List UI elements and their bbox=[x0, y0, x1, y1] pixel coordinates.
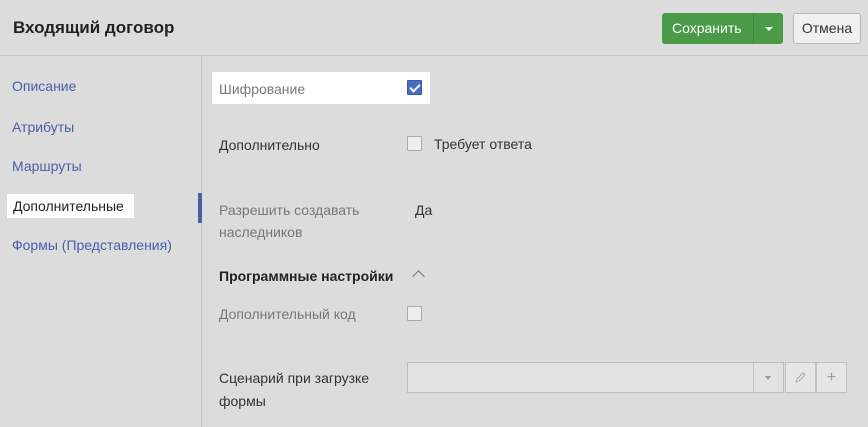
load-script-label-line2: формы bbox=[219, 393, 266, 409]
allow-heirs-label-line1: Разрешить создавать bbox=[219, 202, 360, 218]
extra-code-checkbox[interactable] bbox=[407, 306, 422, 321]
requires-answer-checkbox[interactable] bbox=[407, 136, 422, 151]
save-button-group: Сохранить bbox=[662, 13, 783, 44]
add-script-button[interactable]: + bbox=[816, 362, 847, 393]
sidebar-item-additional[interactable]: Дополнительные bbox=[7, 194, 134, 218]
program-settings-heading: Программные настройки bbox=[219, 268, 394, 284]
active-nav-marker bbox=[198, 193, 202, 223]
encryption-checkbox[interactable] bbox=[407, 80, 422, 95]
requires-answer-label: Требует ответа bbox=[434, 136, 532, 152]
save-dropdown-button[interactable] bbox=[753, 13, 783, 44]
sidebar-item-forms[interactable]: Формы (Представления) bbox=[12, 237, 172, 253]
plus-icon: + bbox=[826, 369, 837, 386]
select-divider bbox=[753, 363, 754, 392]
sidebar-item-attributes[interactable]: Атрибуты bbox=[12, 119, 74, 135]
encryption-label: Шифрование bbox=[219, 81, 306, 97]
load-script-select[interactable] bbox=[407, 362, 784, 393]
pencil-icon bbox=[795, 372, 806, 384]
edit-script-button[interactable] bbox=[785, 362, 816, 393]
sidebar-item-routes[interactable]: Маршруты bbox=[12, 158, 82, 174]
save-button[interactable]: Сохранить bbox=[662, 13, 754, 44]
page-header: Входящий договор Сохранить Отмена bbox=[0, 0, 868, 56]
sidebar-item-description[interactable]: Описание bbox=[12, 78, 76, 94]
additional-label: Дополнительно bbox=[219, 137, 320, 153]
load-script-label-line1: Сценарий при загрузке bbox=[219, 370, 370, 386]
allow-heirs-value: Да bbox=[415, 202, 433, 218]
cancel-button[interactable]: Отмена bbox=[793, 13, 861, 44]
extra-code-label: Дополнительный код bbox=[219, 306, 356, 322]
page-title: Входящий договор bbox=[13, 18, 175, 37]
chevron-down-icon[interactable] bbox=[765, 376, 771, 380]
chevron-up-icon[interactable] bbox=[412, 270, 425, 283]
allow-heirs-label-line2: наследников bbox=[219, 224, 303, 240]
sidebar: Описание Атрибуты Маршруты Дополнительны… bbox=[0, 56, 202, 427]
